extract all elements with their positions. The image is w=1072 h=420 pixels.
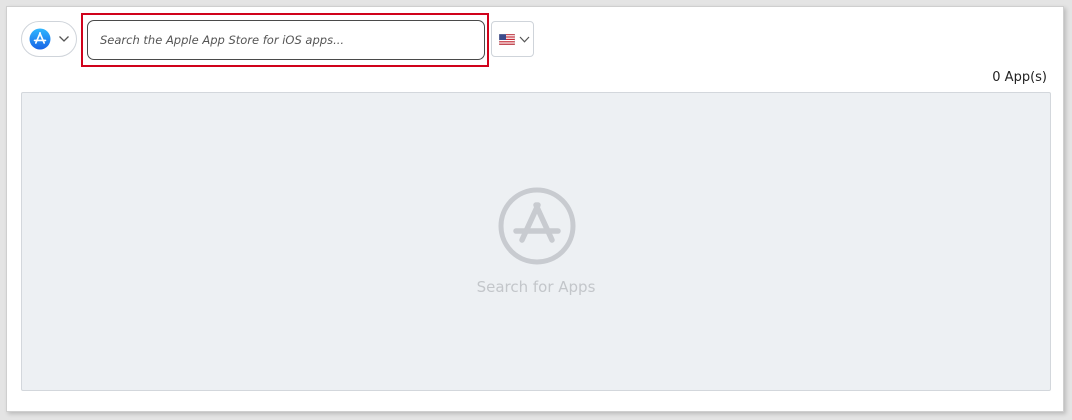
- store-selector-dropdown[interactable]: [21, 21, 77, 57]
- app-store-icon: [29, 28, 51, 50]
- chevron-down-icon: [519, 36, 530, 43]
- us-flag-icon: [499, 34, 515, 45]
- app-search-panel: 0 App(s) Search for Apps: [6, 6, 1064, 412]
- app-search-input[interactable]: [87, 20, 485, 60]
- app-store-icon: [498, 187, 576, 265]
- empty-state-label: Search for Apps: [476, 278, 596, 296]
- chevron-down-icon: [59, 36, 69, 42]
- app-count-label: 0 App(s): [992, 70, 1047, 85]
- country-selector-dropdown[interactable]: [491, 21, 534, 57]
- results-empty-state: Search for Apps: [21, 92, 1051, 391]
